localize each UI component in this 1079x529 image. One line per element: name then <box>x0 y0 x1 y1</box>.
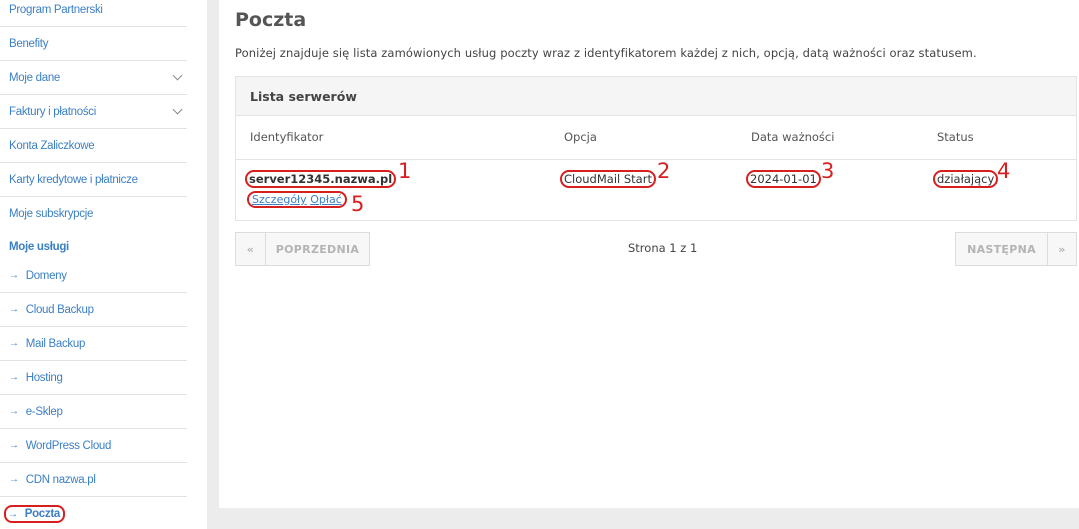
column-header-option: Opcja <box>564 130 597 144</box>
sidebar-item-mail-backup[interactable]: → Mail Backup <box>0 327 187 361</box>
page-info: Strona 1 z 1 <box>628 241 698 255</box>
sidebar-section-heading: Moje usługi <box>9 241 69 253</box>
expiry-value: 2024-01-01 <box>746 170 821 188</box>
arrow-right-icon: → <box>8 508 18 520</box>
sidebar-item-domeny[interactable]: → Domeny <box>0 259 187 293</box>
sidebar-item-label: WordPress Cloud <box>25 439 112 452</box>
table-row-expiry: 2024-01-01 <box>746 170 821 188</box>
sidebar-item-label: Hosting <box>25 371 63 384</box>
sidebar-item-cloud-backup[interactable]: → Cloud Backup <box>0 293 187 327</box>
arrow-right-icon: → <box>9 474 19 485</box>
sidebar: Program Partnerski Benefity Moje dane Fa… <box>0 0 207 529</box>
sidebar-item-label: CDN nazwa.pl <box>25 473 96 486</box>
arrow-right-icon: → <box>9 440 19 451</box>
sidebar-item-wordpress-cloud[interactable]: → WordPress Cloud <box>0 429 187 463</box>
column-header-expiry: Data ważności <box>751 130 835 144</box>
sidebar-item-konta-zaliczkowe[interactable]: Konta Zaliczkowe <box>0 129 187 163</box>
annotation-number: 2 <box>657 159 671 183</box>
sidebar-item-cdn[interactable]: → CDN nazwa.pl <box>0 463 187 497</box>
arrow-right-icon: → <box>9 338 19 349</box>
arrow-right-icon: → <box>9 372 19 383</box>
arrow-right-icon: → <box>9 406 19 417</box>
arrow-right-icon: → <box>9 270 19 281</box>
annotation-number: 4 <box>997 159 1011 183</box>
page-title: Poczta <box>235 9 307 31</box>
details-link[interactable]: Szczegóły <box>252 193 307 206</box>
sidebar-item-hosting[interactable]: → Hosting <box>0 361 187 395</box>
arrow-right-icon: → <box>9 304 19 315</box>
prev-page-button[interactable]: POPRZEDNIA <box>265 232 370 266</box>
sidebar-item-label: Domeny <box>25 269 67 282</box>
annotation-number: 1 <box>398 159 412 183</box>
chevron-down-icon <box>172 70 183 81</box>
annotation-number: 5 <box>351 192 365 216</box>
identifier-value: server12345.nazwa.pl <box>245 170 397 188</box>
table-row-identifier: server12345.nazwa.pl <box>245 170 397 188</box>
column-header-status: Status <box>937 130 974 144</box>
pay-link[interactable]: Opłać <box>310 193 342 206</box>
sidebar-item-e-sklep[interactable]: → e-Sklep <box>0 395 187 429</box>
sidebar-item-label: Mail Backup <box>25 337 86 350</box>
table-row-status: działający <box>933 170 999 188</box>
sidebar-item-label: Poczta <box>24 508 61 520</box>
last-page-button[interactable]: » <box>1047 232 1077 266</box>
sidebar-item-label: Moje dane <box>9 71 61 84</box>
sidebar-item-label: Faktury i płatności <box>9 105 96 118</box>
first-page-button[interactable]: « <box>235 232 266 266</box>
option-value: CloudMail Start <box>560 170 656 188</box>
sidebar-item-label: Program Partnerski <box>9 3 103 16</box>
sidebar-item-program-partnerski[interactable]: Program Partnerski <box>0 0 187 27</box>
sidebar-item-label: e-Sklep <box>25 405 63 418</box>
row-actions: Szczegóły Opłać <box>247 191 347 208</box>
status-badge: działający <box>933 170 999 188</box>
sidebar-item-label: Konta Zaliczkowe <box>9 139 95 152</box>
highlight-ring: → Poczta <box>4 505 65 523</box>
row-divider <box>236 159 1076 160</box>
sidebar-item-label: Benefity <box>9 37 49 50</box>
chevron-down-icon <box>172 104 183 115</box>
sidebar-item-karty[interactable]: Karty kredytowe i płatnicze <box>0 163 187 197</box>
sidebar-item-benefity[interactable]: Benefity <box>0 27 187 61</box>
sidebar-item-label: Karty kredytowe i płatnicze <box>9 173 138 186</box>
next-page-button[interactable]: NASTĘPNA <box>955 232 1048 266</box>
sidebar-item-moje-dane[interactable]: Moje dane <box>0 61 187 95</box>
sidebar-item-label: Moje subskrypcje <box>9 208 94 220</box>
sidebar-item-faktury[interactable]: Faktury i płatności <box>0 95 187 129</box>
sidebar-item-poczta[interactable]: → Poczta <box>0 497 187 529</box>
annotation-number: 3 <box>821 159 835 183</box>
main-panel: Poczta Poniżej znajduje się lista zamówi… <box>219 0 1079 508</box>
server-list-panel: Lista serwerów Identyfikator Opcja Data … <box>235 76 1077 221</box>
footer-strip <box>207 508 1079 529</box>
table-row-option: CloudMail Start <box>560 170 656 188</box>
sidebar-item-label: Cloud Backup <box>25 303 94 316</box>
panel-title: Lista serwerów <box>236 77 1076 116</box>
page-description: Poniżej znajduje się lista zamówionych u… <box>235 46 977 60</box>
sidebar-item-subskrypcje[interactable]: Moje subskrypcje <box>0 197 187 231</box>
column-header-identifier: Identyfikator <box>250 130 324 144</box>
